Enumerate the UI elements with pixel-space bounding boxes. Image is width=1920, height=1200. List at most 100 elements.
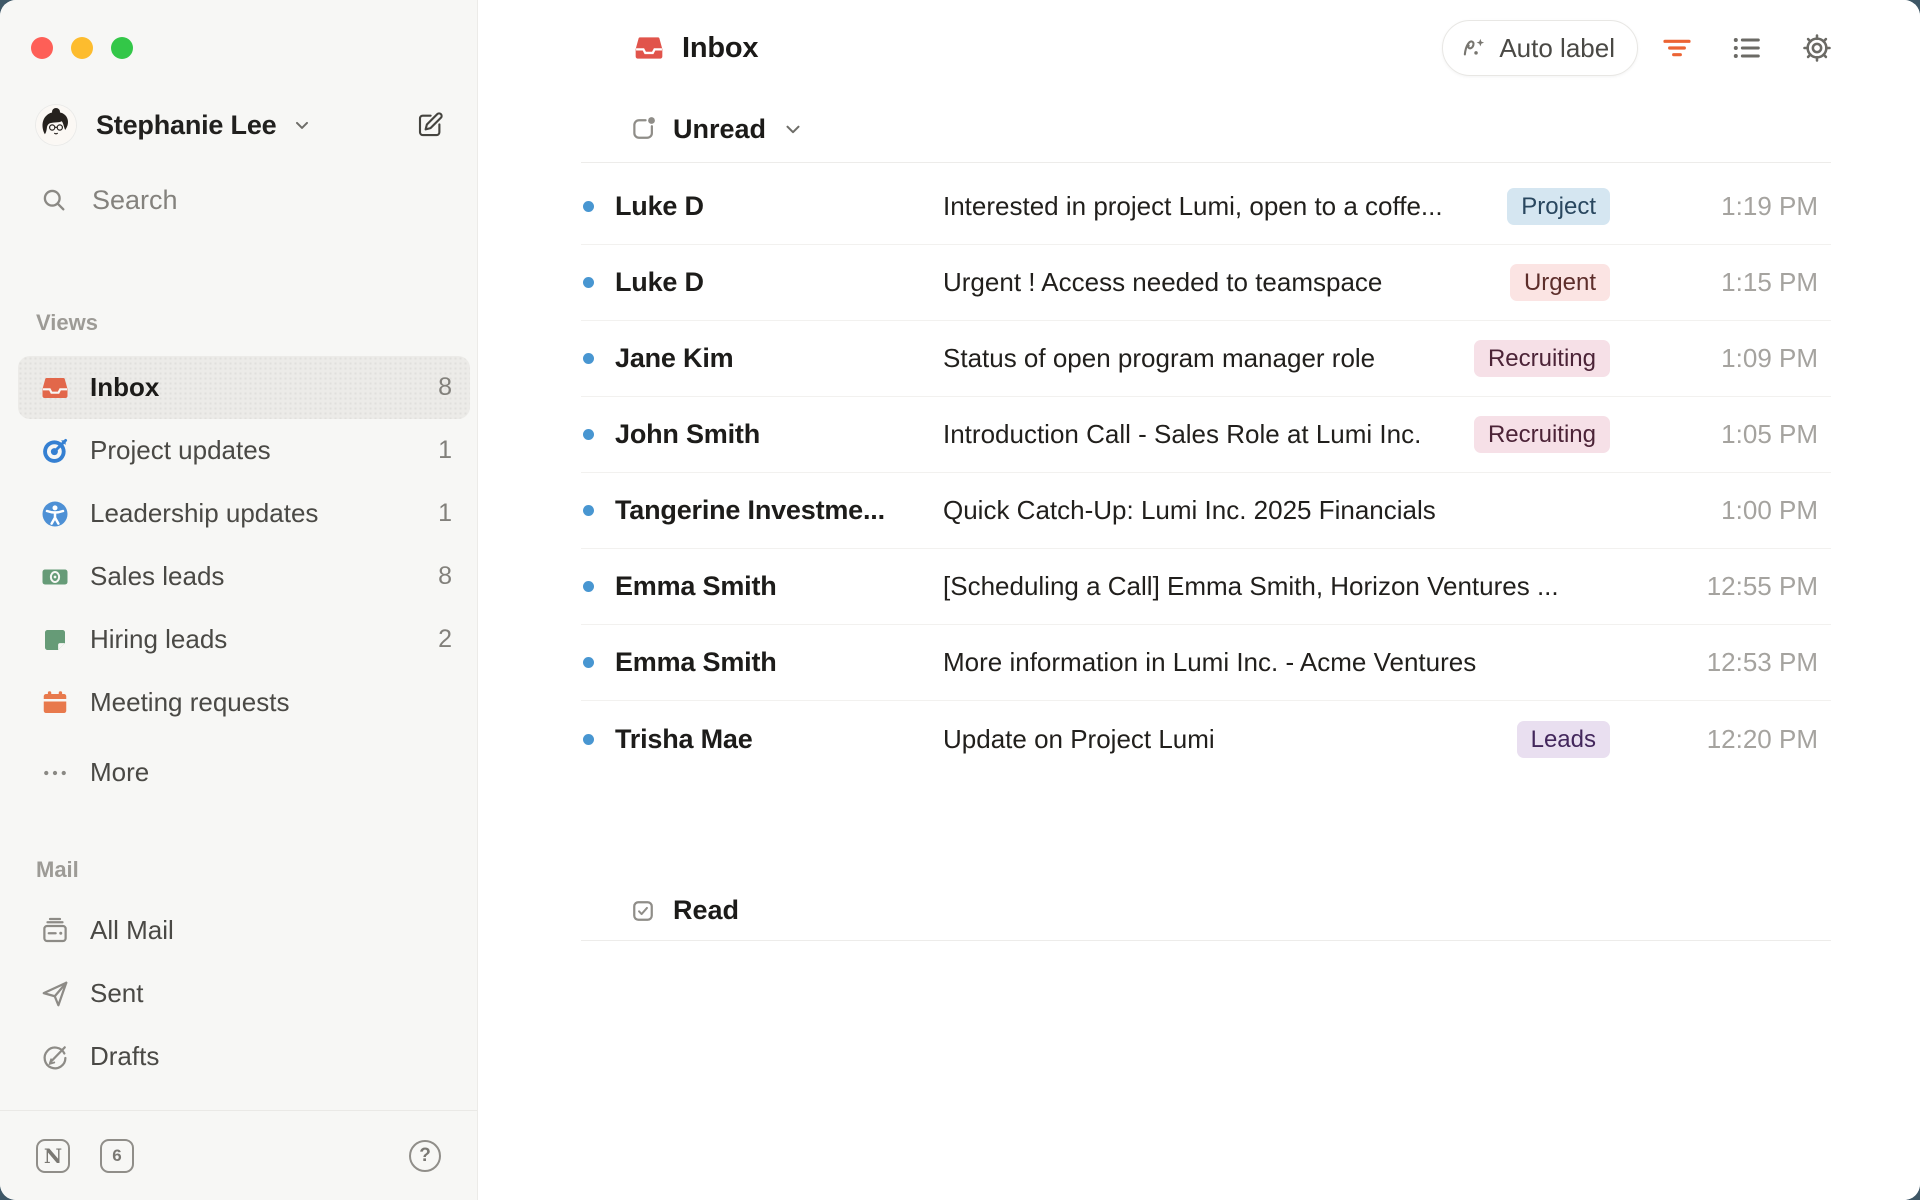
email-subject: Status of open program manager role	[943, 343, 1474, 374]
sidebar-item-leadership-updates[interactable]: Leadership updates 1	[18, 482, 470, 545]
email-sender: Emma Smith	[615, 571, 943, 602]
unread-section-header[interactable]: Unread	[581, 96, 1831, 163]
sidebar-item-project-updates[interactable]: Project updates 1	[18, 419, 470, 482]
mail-list-panel: Unread Luke D Interested in project Lumi…	[581, 96, 1831, 941]
auto-label-text: Auto label	[1499, 33, 1615, 64]
email-subject: More information in Lumi Inc. - Acme Ven…	[943, 647, 1626, 678]
ellipsis-icon	[40, 758, 70, 788]
email-row[interactable]: Luke D Interested in project Lumi, open …	[581, 169, 1831, 245]
calendar-icon	[40, 688, 70, 718]
drafts-icon	[40, 1042, 70, 1072]
email-time: 1:19 PM	[1626, 191, 1831, 222]
unread-dot	[583, 657, 594, 668]
compose-button[interactable]	[414, 109, 446, 141]
read-section-header[interactable]: Read	[581, 881, 1831, 941]
chevron-down-icon	[292, 115, 312, 135]
main-header: Inbox Auto label	[478, 0, 1920, 96]
unread-dot	[583, 581, 594, 592]
nav-section-title: Views	[36, 310, 477, 334]
email-row[interactable]: Luke D Urgent ! Access needed to teamspa…	[581, 245, 1831, 321]
email-sender: Jane Kim	[615, 343, 943, 374]
nav-section-title: Mail	[36, 857, 477, 881]
unread-section-label: Unread	[673, 114, 766, 145]
email-sender: Tangerine Investme...	[615, 495, 943, 526]
email-time: 12:53 PM	[1626, 647, 1831, 678]
sidebar-item-more[interactable]: More	[18, 741, 470, 804]
filter-icon[interactable]	[1660, 31, 1694, 65]
email-label: Recruiting	[1474, 340, 1610, 377]
email-time: 1:15 PM	[1626, 267, 1831, 298]
email-subject: [Scheduling a Call] Emma Smith, Horizon …	[943, 571, 1626, 602]
email-row[interactable]: Emma Smith More information in Lumi Inc.…	[581, 625, 1831, 701]
minimize-window-button[interactable]	[71, 37, 93, 59]
search-label: Search	[92, 185, 178, 216]
unread-count: 8	[438, 562, 452, 591]
email-row[interactable]: Emma Smith [Scheduling a Call] Emma Smit…	[581, 549, 1831, 625]
inbox-icon	[632, 31, 666, 65]
chevron-down-icon	[782, 118, 804, 140]
email-sender: Luke D	[615, 191, 943, 222]
email-time: 1:09 PM	[1626, 343, 1831, 374]
unread-dot	[583, 277, 594, 288]
email-row[interactable]: Trisha Mae Update on Project Lumi Leads …	[581, 701, 1831, 777]
email-subject: Interested in project Lumi, open to a co…	[943, 191, 1507, 222]
sidebar-item-meeting-requests[interactable]: Meeting requests	[18, 671, 470, 734]
search-button[interactable]: Search	[40, 180, 446, 220]
email-sender: John Smith	[615, 419, 943, 450]
settings-gear-icon[interactable]	[1800, 31, 1834, 65]
sidebar: Stephanie Lee Search Views Inbox 8 Proje…	[0, 0, 478, 1200]
read-checkbox-icon	[629, 897, 657, 925]
email-time: 1:00 PM	[1626, 495, 1831, 526]
sidebar-nav: Views Inbox 8 Project updates 1 Leadersh…	[0, 220, 477, 1088]
email-row[interactable]: Tangerine Investme... Quick Catch-Up: Lu…	[581, 473, 1831, 549]
user-name: Stephanie Lee	[96, 110, 276, 141]
target-icon	[40, 436, 70, 466]
sidebar-item-sent[interactable]: Sent	[18, 962, 470, 1025]
email-subject: Quick Catch-Up: Lumi Inc. 2025 Financial…	[943, 495, 1626, 526]
note-icon	[40, 625, 70, 655]
close-window-button[interactable]	[31, 37, 53, 59]
app-window: Stephanie Lee Search Views Inbox 8 Proje…	[0, 0, 1920, 1200]
unread-dot	[583, 734, 594, 745]
calendar-app-icon[interactable]: 6	[100, 1139, 134, 1173]
search-icon	[40, 186, 68, 214]
unread-icon	[629, 115, 657, 143]
page-title: Inbox	[682, 32, 758, 65]
unread-count: 8	[438, 373, 452, 402]
email-row[interactable]: John Smith Introduction Call - Sales Rol…	[581, 397, 1831, 473]
banknote-icon	[40, 562, 70, 592]
unread-dot	[583, 353, 594, 364]
sidebar-item-all-mail[interactable]: All Mail	[18, 899, 470, 962]
account-switcher[interactable]: Stephanie Lee	[36, 105, 446, 145]
unread-count: 2	[438, 625, 452, 654]
email-subject: Urgent ! Access needed to teamspace	[943, 267, 1510, 298]
list-view-icon[interactable]	[1730, 31, 1764, 65]
email-label: Project	[1507, 188, 1610, 225]
email-row[interactable]: Jane Kim Status of open program manager …	[581, 321, 1831, 397]
unread-dot	[583, 429, 594, 440]
sidebar-item-hiring-leads[interactable]: Hiring leads 2	[18, 608, 470, 671]
sidebar-item-sales-leads[interactable]: Sales leads 8	[18, 545, 470, 608]
auto-label-button[interactable]: Auto label	[1442, 20, 1638, 76]
email-list: Luke D Interested in project Lumi, open …	[581, 163, 1831, 777]
email-label: Urgent	[1510, 264, 1610, 301]
main-panel: Inbox Auto label	[478, 0, 1920, 1200]
help-icon[interactable]: ?	[409, 1140, 441, 1172]
email-subject: Introduction Call - Sales Role at Lumi I…	[943, 419, 1474, 450]
email-sender: Luke D	[615, 267, 943, 298]
zoom-window-button[interactable]	[111, 37, 133, 59]
sidebar-item-inbox[interactable]: Inbox 8	[18, 356, 470, 419]
avatar	[36, 105, 76, 145]
person-icon	[40, 499, 70, 529]
email-time: 12:55 PM	[1626, 571, 1831, 602]
unread-count: 1	[438, 499, 452, 528]
email-label: Leads	[1517, 721, 1610, 758]
window-controls	[31, 37, 477, 59]
sidebar-item-drafts[interactable]: Drafts	[18, 1025, 470, 1088]
email-subject: Update on Project Lumi	[943, 724, 1517, 755]
notion-app-icon[interactable]: N	[36, 1139, 70, 1173]
email-time: 12:20 PM	[1626, 724, 1831, 755]
email-time: 1:05 PM	[1626, 419, 1831, 450]
unread-dot	[583, 201, 594, 212]
sidebar-spacer	[0, 1088, 477, 1110]
